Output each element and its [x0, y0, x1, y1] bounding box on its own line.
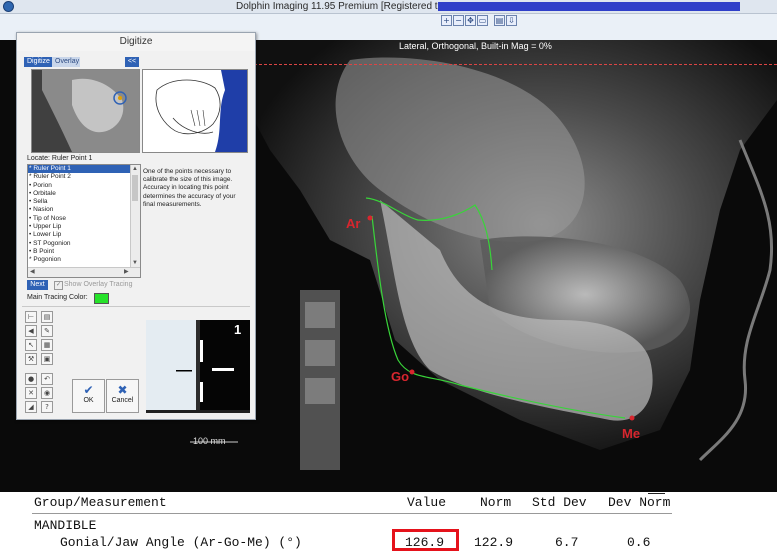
- list-item[interactable]: • Lower Lip: [28, 231, 140, 239]
- document-icon[interactable]: ▤: [41, 311, 53, 323]
- pencil-icon[interactable]: ✎: [41, 325, 53, 337]
- scroll-down-icon[interactable]: ▼: [132, 259, 138, 267]
- next-button[interactable]: Next: [27, 280, 48, 290]
- fit-icon[interactable]: ▭: [477, 15, 488, 26]
- header-value: Value: [407, 495, 447, 510]
- scroll-thumb[interactable]: [132, 175, 138, 201]
- stamp-icon[interactable]: ▣: [41, 353, 53, 365]
- chart-icon[interactable]: ◢: [25, 401, 37, 413]
- tracing-color-label: Main Tracing Color:: [27, 294, 88, 301]
- show-overlay-checkbox[interactable]: ✓: [54, 281, 63, 290]
- ok-button[interactable]: ✔ OK: [72, 379, 105, 413]
- collapse-button[interactable]: <<: [125, 57, 139, 67]
- list-item[interactable]: • Nasion: [28, 206, 140, 214]
- dialog-title: Digitize: [17, 33, 255, 51]
- list-item[interactable]: * Pogonion: [28, 256, 140, 264]
- scroll-left-icon[interactable]: ◀: [30, 268, 35, 276]
- value-highlight-box: [392, 529, 459, 551]
- list-item[interactable]: • Tip of Nose: [28, 215, 140, 223]
- thumbnail-drawing: [32, 70, 139, 152]
- print-icon[interactable]: ▤: [494, 15, 505, 26]
- list-item[interactable]: • Upper Lip: [28, 223, 140, 231]
- tab-overlay[interactable]: Overlay: [52, 57, 80, 67]
- ruler-icon[interactable]: ⊢: [25, 311, 37, 323]
- window-title: Dolphin Imaging 11.95 Premium [Registere…: [236, 1, 446, 12]
- speaker-icon[interactable]: ◀: [25, 325, 37, 337]
- wrench-icon[interactable]: ⚒: [25, 353, 37, 365]
- scale-label: 100 mm: [193, 436, 226, 446]
- help-icon[interactable]: ?: [41, 401, 53, 413]
- list-vertical-scrollbar[interactable]: ▲ ▼: [130, 165, 140, 268]
- check-icon: ✔: [83, 383, 94, 397]
- tab-digitize[interactable]: Digitize: [24, 57, 52, 67]
- scroll-up-icon[interactable]: ▲: [132, 165, 138, 173]
- ok-label: OK: [83, 397, 94, 404]
- measurement-dev-norm: 0.6: [627, 535, 651, 550]
- measurement-name: Gonial/Jaw Angle (Ar-Go-Me) (°): [60, 535, 302, 550]
- measurement-std-dev: 6.7: [555, 535, 579, 550]
- digitize-dialog: Digitize Digitize Overlay << Locate: Rul…: [16, 32, 256, 420]
- redacted-registration: [438, 2, 740, 11]
- list-item[interactable]: * Ruler Point 2: [28, 173, 140, 181]
- zoom-out-icon[interactable]: −: [453, 15, 464, 26]
- title-bar: Dolphin Imaging 11.95 Premium [Registere…: [0, 0, 777, 14]
- point-description: One of the points necessary to calibrate…: [143, 168, 236, 208]
- tracing-template: [142, 69, 248, 153]
- grid-icon[interactable]: ▦: [41, 339, 53, 351]
- zoom-number: 1: [234, 322, 242, 337]
- landmark-label-go: Go: [391, 369, 410, 384]
- measurement-norm: 122.9: [474, 535, 514, 550]
- header-dev-norm: Dev Norm: [608, 495, 671, 510]
- lock-icon[interactable]: ●: [25, 373, 37, 385]
- tracing-color-swatch[interactable]: [94, 293, 109, 304]
- list-item[interactable]: • Orbitale: [28, 190, 140, 198]
- list-item[interactable]: • ST Pogonion: [28, 240, 140, 248]
- scroll-right-icon[interactable]: ▶: [124, 268, 129, 276]
- image-caption: Lateral, Orthogonal, Built-in Mag = 0%: [399, 41, 552, 51]
- delete-icon[interactable]: ✕: [25, 387, 37, 399]
- undo-icon[interactable]: ↶: [41, 373, 53, 385]
- zoom-in-icon[interactable]: +: [441, 15, 452, 26]
- header-divider: [32, 513, 672, 514]
- header-group: Group/Measurement: [34, 495, 167, 510]
- pointer-icon[interactable]: ↖: [25, 339, 37, 351]
- header-overbar: [648, 493, 665, 494]
- reference-line: [254, 64, 777, 65]
- dialog-divider: [22, 306, 250, 307]
- landmark-list[interactable]: * Ruler Point 1 * Ruler Point 2 • Porion…: [27, 164, 141, 278]
- ceph-thumbnail[interactable]: [31, 69, 140, 153]
- list-item[interactable]: • Porion: [28, 182, 140, 190]
- list-horizontal-scrollbar[interactable]: ◀ ▶: [28, 267, 140, 277]
- export-icon[interactable]: ⇩: [506, 15, 517, 26]
- app-icon[interactable]: [3, 1, 14, 12]
- globe-icon[interactable]: ◉: [41, 387, 53, 399]
- list-item[interactable]: • Sella: [28, 198, 140, 206]
- cancel-label: Cancel: [111, 397, 134, 404]
- pan-icon[interactable]: ✥: [465, 15, 476, 26]
- measurement-table: Group/Measurement Value Norm Std Dev Dev…: [0, 492, 777, 553]
- group-name: MANDIBLE: [34, 518, 97, 533]
- list-item[interactable]: • B Point: [28, 248, 140, 256]
- cancel-button[interactable]: ✖ Cancel: [106, 379, 139, 413]
- close-icon: ✖: [117, 383, 128, 397]
- list-item[interactable]: * Ruler Point 1: [28, 165, 140, 174]
- locate-label: Locate: Ruler Point 1: [27, 155, 93, 162]
- template-drawing: [143, 70, 247, 152]
- show-overlay-label: Show Overlay Tracing: [64, 281, 133, 288]
- landmark-label-ar: Ar: [346, 216, 361, 231]
- header-std-dev: Std Dev: [532, 495, 587, 510]
- landmark-label-me: Me: [622, 426, 641, 441]
- header-norm: Norm: [480, 495, 512, 510]
- zoom-preview: 1: [146, 320, 250, 413]
